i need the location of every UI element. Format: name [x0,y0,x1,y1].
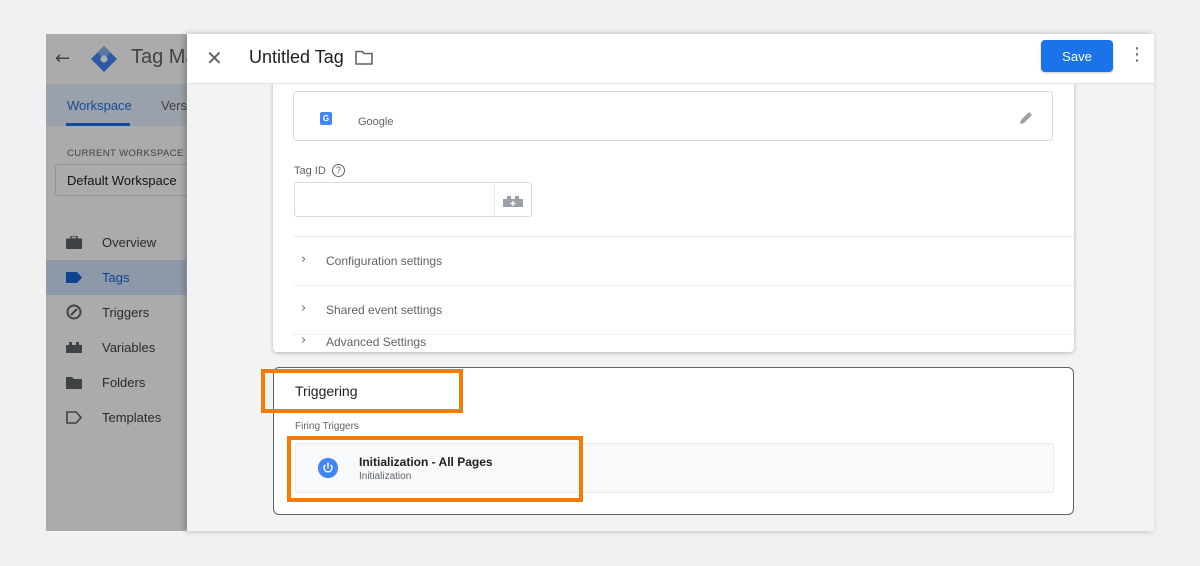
configuration-settings-row[interactable]: › Configuration settings [293,236,1074,285]
tag-type-subtitle: Google [358,116,394,128]
tag-configuration-card: G Google Tag ID ? › Configuration settin… [273,64,1074,352]
chevron-right-icon: › [301,252,307,267]
tag-type-selector[interactable]: G Google [293,91,1053,141]
tag-id-label: Tag ID [294,165,326,177]
tag-name-field[interactable]: Untitled Tag [249,47,344,68]
close-icon[interactable]: ✕ [206,46,223,70]
pencil-icon[interactable] [1018,110,1034,126]
folder-icon[interactable] [355,50,373,65]
advanced-settings-row[interactable]: › Advanced Settings [293,333,1074,352]
shared-event-settings-row[interactable]: › Shared event settings [293,285,1074,334]
help-icon[interactable]: ? [332,164,345,177]
firing-triggers-label: Firing Triggers [295,421,359,432]
more-vert-icon[interactable]: ⋮ [1127,44,1147,68]
google-tag-icon: G [320,112,332,125]
save-button[interactable]: Save [1041,40,1113,72]
chevron-right-icon: › [301,301,307,316]
section-label: Shared event settings [326,303,443,317]
chevron-right-icon: › [301,333,307,348]
section-label: Configuration settings [326,254,443,268]
section-label: Advanced Settings [326,335,427,349]
modal-scrim[interactable] [46,34,187,531]
tag-id-input[interactable] [294,182,532,217]
editor-header: ✕ Untitled Tag Save ⋮ [187,34,1154,84]
trigger-highlight [287,436,583,502]
triggering-highlight [261,369,463,413]
input-divider [494,183,495,216]
variable-picker-icon[interactable] [503,195,523,207]
